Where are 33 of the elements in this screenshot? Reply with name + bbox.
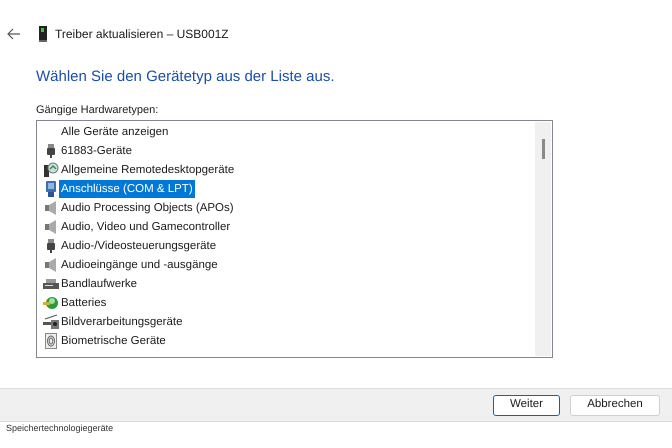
list-item[interactable]: Anschlüsse (COM & LPT) xyxy=(59,180,195,198)
background-window-text: Speichertechnologiegeräte xyxy=(5,422,114,434)
battery-icon xyxy=(43,294,59,310)
cancel-button[interactable]: Abbrechen xyxy=(570,394,660,416)
fingerprint-icon xyxy=(45,332,57,348)
camera-icon xyxy=(43,314,59,330)
speaker-icon xyxy=(45,220,57,234)
list-item[interactable]: Audioeingänge und -ausgänge xyxy=(59,256,220,274)
plug-icon xyxy=(47,144,55,158)
device-icon xyxy=(39,26,47,42)
speaker-icon xyxy=(45,200,57,214)
list-item[interactable]: Audio Processing Objects (APOs) xyxy=(59,198,236,216)
scrollbar-thumb[interactable] xyxy=(542,139,544,159)
remote-desktop-icon xyxy=(43,162,59,178)
speaker-icon xyxy=(45,258,57,272)
list-item[interactable]: Allgemeine Remotedesktopgeräte xyxy=(59,160,236,178)
back-arrow-icon[interactable] xyxy=(7,28,21,40)
list-item[interactable]: 61883-Geräte xyxy=(59,142,134,160)
list-item[interactable]: Alle Geräte anzeigen xyxy=(59,122,170,140)
list-item[interactable]: Audio-/Videosteuerungsgeräte xyxy=(59,236,218,254)
plug-icon xyxy=(47,238,55,252)
port-icon xyxy=(45,180,57,196)
list-item[interactable]: Audio, Video und Gamecontroller xyxy=(59,218,232,236)
tape-drive-icon xyxy=(43,278,59,290)
list-item[interactable]: Bildverarbeitungsgeräte xyxy=(59,312,184,330)
scrollbar[interactable] xyxy=(535,122,551,356)
window-title: Treiber aktualisieren – USB001Z xyxy=(55,26,229,43)
list-label: Gängige Hardwaretypen: xyxy=(36,103,160,117)
list-item[interactable]: Bandlaufwerke xyxy=(59,274,140,292)
list-item[interactable]: Batteries xyxy=(59,294,108,312)
list-item[interactable]: Biometrische Geräte xyxy=(59,332,168,350)
next-button[interactable]: Weiter xyxy=(493,394,560,416)
page-heading: Wählen Sie den Gerätetyp aus der Liste aus. xyxy=(36,67,336,87)
